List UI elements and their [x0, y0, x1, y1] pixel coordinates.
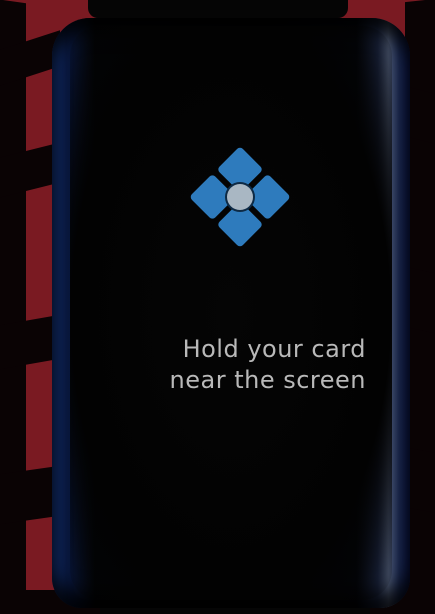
tap-card-prompt: Hold your card near the screen [126, 334, 366, 396]
nfc-card-reader-icon [186, 143, 294, 251]
prompt-line-2: near the screen [169, 366, 366, 394]
icon-center [227, 184, 253, 210]
scene: Hold your card near the screen [0, 0, 435, 614]
card-terminal[interactable]: Hold your card near the screen [52, 18, 410, 608]
top-notch [88, 0, 348, 18]
background-stripe [0, 314, 60, 370]
background-stripe [0, 465, 60, 525]
prompt-line-1: Hold your card [182, 335, 366, 363]
